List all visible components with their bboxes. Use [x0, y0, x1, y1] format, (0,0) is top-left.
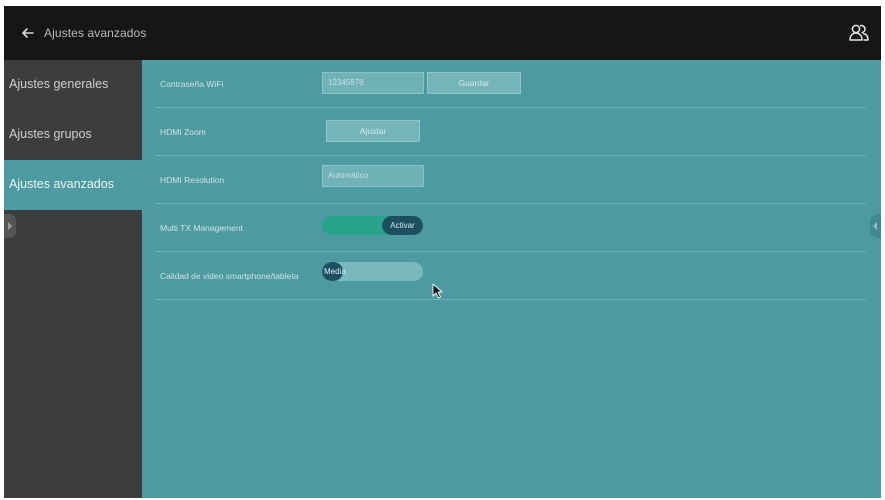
- save-button[interactable]: Guardar: [427, 72, 521, 94]
- setting-row-hdmi-zoom: HDMI Zoom Ajustar: [156, 108, 866, 156]
- sidebar: Ajustes generales Ajustes grupos Ajustes…: [4, 60, 142, 498]
- top-bar: Ajustes avanzados: [4, 6, 881, 60]
- mouse-pointer-icon: [432, 283, 443, 299]
- wifi-label: Contraseña WiFi: [160, 79, 224, 89]
- users-icon[interactable]: [848, 22, 870, 44]
- app-window: Ajustes avanzados Ajustes generales Ajus…: [4, 6, 881, 498]
- sidebar-item-ajustes-grupos[interactable]: Ajustes grupos: [4, 110, 142, 160]
- multi-tx-toggle[interactable]: Activar: [322, 216, 423, 235]
- video-quality-switch[interactable]: Media: [322, 262, 423, 281]
- multi-tx-label: Multi TX Management: [160, 223, 243, 233]
- adjust-button[interactable]: Ajustar: [326, 120, 420, 142]
- panel-expand-icon[interactable]: [870, 214, 881, 238]
- hdmi-resolution-select[interactable]: Automático: [322, 165, 424, 187]
- setting-row-video-quality: Calidad de video smartphone/tableta Medi…: [156, 252, 866, 300]
- video-quality-label: Calidad de video smartphone/tableta: [160, 271, 299, 281]
- sidebar-expand-icon[interactable]: [4, 214, 16, 238]
- setting-row-wifi: Contraseña WiFi 12345678 Guardar: [156, 60, 866, 108]
- divider: [156, 299, 866, 300]
- sidebar-item-label: Ajustes generales: [9, 77, 109, 91]
- toggle-knob: Activar: [382, 216, 423, 235]
- back-arrow-icon[interactable]: [16, 21, 40, 45]
- sidebar-item-ajustes-generales[interactable]: Ajustes generales: [4, 60, 142, 110]
- setting-row-hdmi-resolution: HDMI Resolution Automático: [156, 156, 866, 204]
- sidebar-item-ajustes-avanzados[interactable]: Ajustes avanzados: [4, 160, 142, 210]
- sidebar-item-label: Ajustes grupos: [9, 127, 92, 141]
- video-quality-value: Media: [324, 267, 346, 276]
- setting-row-multi-tx: Multi TX Management Activar: [156, 204, 866, 252]
- wifi-password-field[interactable]: 12345678: [322, 72, 424, 94]
- hdmi-resolution-label: HDMI Resolution: [160, 175, 225, 185]
- sidebar-item-label: Ajustes avanzados: [9, 177, 114, 191]
- hdmi-zoom-label: HDMI Zoom: [160, 127, 206, 137]
- page-title: Ajustes avanzados: [44, 26, 147, 40]
